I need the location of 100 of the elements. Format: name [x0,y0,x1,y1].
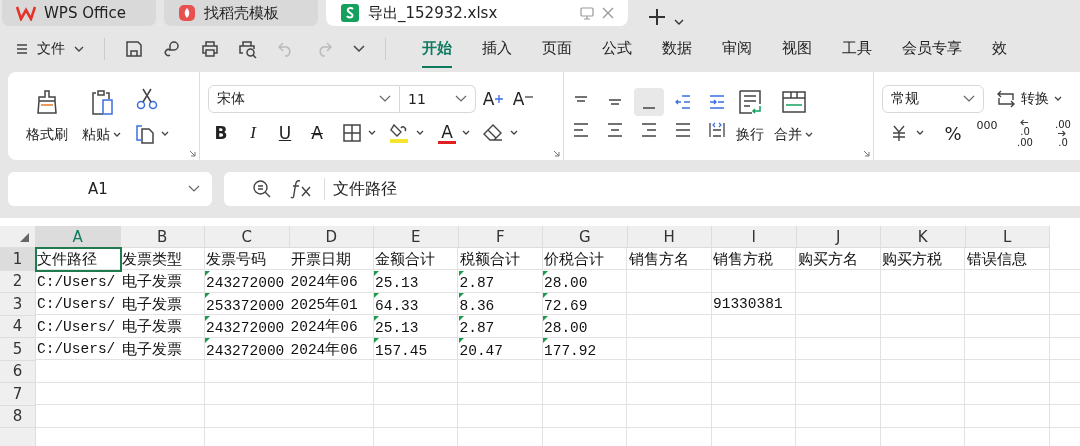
column-header[interactable]: E [374,226,459,248]
font-dropdown[interactable]: 宋体 [208,85,400,113]
column-header[interactable]: B [120,226,205,248]
thousands-separator-button[interactable]: 000 [974,119,1000,147]
caret-icon[interactable] [161,131,169,137]
caret-icon[interactable] [462,130,470,136]
name-box[interactable]: A1 [8,172,212,206]
table-cell-text: 2.87 [458,275,496,293]
caret-icon[interactable] [352,44,366,54]
dialog-launcher-icon[interactable] [189,150,196,157]
wrap-text-label[interactable]: 换行 [736,126,764,144]
error-flag-icon [205,338,210,343]
print-preview-icon[interactable] [238,39,258,59]
ribbon-tab[interactable]: 审阅 [722,30,752,68]
fill-color-icon[interactable] [388,122,410,144]
caret-icon [1054,96,1062,102]
error-flag-icon [374,270,379,276]
column-header[interactable]: L [965,226,1050,248]
caret-icon[interactable] [674,18,684,26]
borders-icon[interactable] [342,123,362,143]
table-cell-text: 发票号码 [205,250,267,270]
bold-button[interactable]: B [208,119,234,147]
increase-font-button[interactable]: A [480,85,506,113]
row-header[interactable]: 1 [0,248,36,271]
convert-icon [996,90,1016,108]
select-all-icon[interactable] [20,233,29,242]
font-color-button[interactable]: A [438,122,456,144]
decrease-indent-icon[interactable] [674,93,692,111]
column-header[interactable]: H [627,226,712,248]
italic-button[interactable]: I [240,119,266,147]
align-bottom-icon[interactable] [634,88,664,116]
error-flag-icon [374,293,379,298]
align-left-icon[interactable] [572,121,590,139]
dialog-launcher-icon[interactable] [863,150,870,157]
table-cell-text: 电子发票 [120,295,183,315]
table-cell-text: 发票类型 [120,250,183,270]
column-header[interactable]: D [289,226,374,248]
table-cell-text: 243272000 [205,275,286,293]
function-icon[interactable] [290,179,312,199]
ribbon-tab[interactable]: 效 [992,30,1007,68]
caret-icon[interactable] [368,130,376,136]
formula-input[interactable]: 文件路径 [333,178,397,200]
font-size-dropdown[interactable]: 11 [400,85,476,113]
wrap-text-icon[interactable] [736,88,764,116]
document-tab[interactable]: WPS Office [2,0,156,26]
percent-button[interactable]: % [940,119,966,147]
increase-decimal-button[interactable]: .0 .00 [1012,119,1038,147]
zoom-icon[interactable] [252,179,272,199]
spreadsheet-logo-icon [340,3,360,23]
merge-button[interactable]: 合并 [774,126,813,144]
column-header[interactable]: C [205,226,290,248]
align-right-icon[interactable] [640,121,658,139]
column-header[interactable]: A [36,226,121,248]
number-format-dropdown[interactable]: 常规 [882,85,984,113]
scissors-icon[interactable] [135,87,159,111]
error-flag-icon [205,315,210,321]
justify-icon[interactable] [674,121,692,139]
ribbon-tab[interactable]: 开始 [422,30,452,68]
copy-icon[interactable] [135,123,157,145]
decrease-font-button[interactable]: A [510,85,536,113]
table-cell-text: 243272000 [205,320,286,338]
ribbon-tab[interactable]: 会员专享 [902,30,962,68]
decrease-decimal-button[interactable]: .00 .0 [1050,119,1076,147]
ribbon-tab[interactable]: 工具 [842,30,872,68]
save-icon[interactable] [124,39,144,59]
column-header[interactable]: F [458,226,543,248]
caret-icon[interactable] [416,130,424,136]
print-icon[interactable] [200,39,220,59]
table-cell-text: 电子发票 [120,340,183,360]
wps-logo-icon [16,5,36,21]
dialog-launcher-icon[interactable] [553,150,560,157]
currency-icon[interactable] [890,124,908,142]
convert-button[interactable]: 转换 [996,90,1062,108]
ribbon-tab[interactable]: 插入 [482,30,512,68]
document-tab[interactable]: 导出_152932.xlsx [326,0,628,26]
ribbon-tab[interactable]: 视图 [782,30,812,68]
underline-button[interactable]: U [272,119,298,147]
close-icon[interactable] [602,7,614,19]
eraser-icon[interactable] [482,123,504,143]
column-header[interactable]: G [543,226,628,248]
file-menu-button[interactable]: 文件 [16,40,84,58]
ribbon-tab[interactable]: 公式 [602,30,632,68]
paste-button[interactable]: 粘贴 [82,126,121,144]
strike-button[interactable]: A [304,119,330,147]
caret-icon[interactable] [916,130,924,136]
caret-icon[interactable] [510,130,518,136]
format-painter-label[interactable]: 格式刷 [26,126,68,144]
ribbon-tab[interactable]: 页面 [542,30,572,68]
pin-icon[interactable] [162,39,182,59]
column-header[interactable]: K [881,226,966,248]
new-tab-icon[interactable] [648,8,666,26]
column-header[interactable]: I [712,226,797,248]
align-center-icon[interactable] [606,121,624,139]
document-tab[interactable]: 找稻壳模板 [164,0,318,26]
increase-indent-icon[interactable] [708,93,726,111]
merge-cells-icon[interactable] [779,88,808,116]
table-cell-text: 28.00 [543,320,589,338]
distributed-align-icon[interactable] [708,121,726,139]
column-header[interactable]: J [796,226,881,248]
ribbon-tab[interactable]: 数据 [662,30,692,68]
